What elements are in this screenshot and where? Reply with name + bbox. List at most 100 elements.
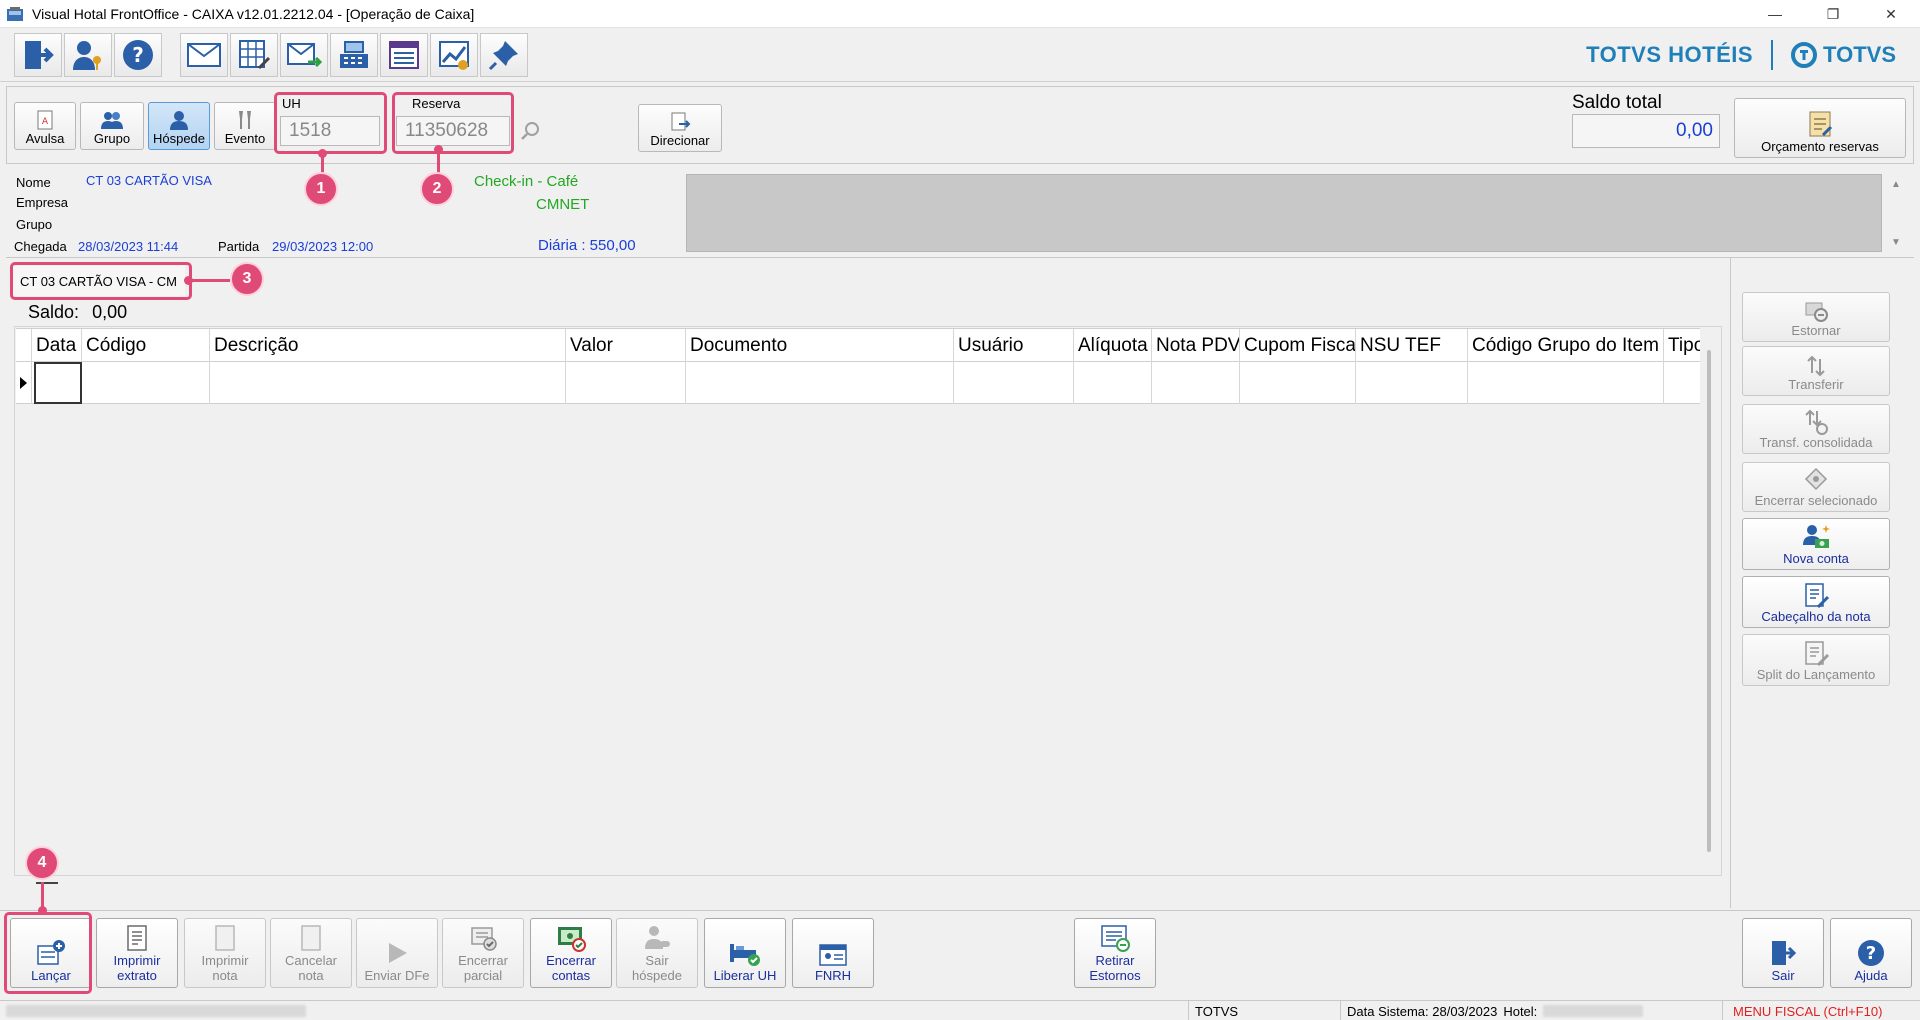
app-icon [7, 6, 23, 21]
retirar-estornos-button[interactable]: Retirar Estornos [1074, 918, 1156, 988]
pin-toolbar-button[interactable] [480, 32, 528, 77]
grid-cell[interactable] [1468, 362, 1664, 404]
encerrar-contas-button[interactable]: Encerrar contas [530, 918, 612, 988]
grid-cell[interactable] [566, 362, 686, 404]
grid-cell[interactable] [1356, 362, 1468, 404]
mode-avulsa-button[interactable]: A Avulsa [14, 102, 76, 150]
restore-button[interactable]: ❐ [1804, 0, 1862, 28]
report-icon [389, 40, 419, 69]
table-row[interactable] [16, 362, 1700, 404]
fnrh-card-icon [819, 944, 847, 966]
cancelar-nota-button[interactable]: Cancelar nota [270, 918, 352, 988]
column-header[interactable]: Documento [686, 329, 954, 363]
column-header[interactable]: Valor [566, 329, 686, 363]
column-header[interactable]: Descrição [210, 329, 566, 363]
estornar-button[interactable]: Estornar [1742, 292, 1890, 342]
grid-header-indicator [16, 329, 32, 363]
nova-conta-button[interactable]: Nova conta [1742, 518, 1890, 570]
grid-cell[interactable] [82, 362, 210, 404]
enviar-dfe-button[interactable]: Enviar DFe [356, 918, 438, 988]
help-toolbar-button[interactable]: ? [114, 32, 162, 77]
callout-badge-3: 3 [230, 262, 264, 296]
grid-cell[interactable] [1240, 362, 1356, 404]
direcionar-button[interactable]: Direcionar [638, 104, 722, 152]
mode-grupo-button[interactable]: Grupo [80, 102, 144, 150]
consolidated-transfer-icon [1805, 409, 1828, 435]
cash-register-toolbar-button[interactable] [330, 32, 378, 77]
transfer-icon [1807, 355, 1825, 377]
send-mail-toolbar-button[interactable] [280, 32, 328, 77]
saldo-total-label: Saldo total [1572, 92, 1662, 113]
column-header[interactable]: Código Grupo do Item [1468, 329, 1664, 363]
chart-toolbar-button[interactable] [430, 32, 478, 77]
bottom-button-label: Imprimir extrato [113, 953, 161, 983]
transferir-button[interactable]: Transferir [1742, 346, 1890, 396]
svg-text:?: ? [132, 43, 144, 67]
checkin-status: Check-in - Café [474, 173, 579, 190]
grid-vertical-scrollbar[interactable] [1707, 350, 1711, 852]
column-header[interactable]: Tipo [1664, 329, 1700, 363]
totvs-logo-icon [1791, 42, 1818, 68]
liberar-uh-button[interactable]: Liberar UH [704, 918, 786, 988]
minimize-button[interactable]: — [1746, 0, 1804, 28]
side-button-label: Nova conta [1783, 551, 1849, 566]
orcamento-reservas-button[interactable]: Orçamento reservas [1734, 98, 1906, 158]
grid-cell[interactable] [954, 362, 1074, 404]
imprimir-nota-button[interactable]: Imprimir nota [184, 918, 266, 988]
transf-consolidada-button[interactable]: Transf. consolidada [1742, 404, 1890, 454]
grupo-label: Grupo [16, 217, 53, 232]
column-header[interactable]: Cupom Fiscal [1240, 329, 1356, 363]
column-header[interactable]: NSU TEF [1356, 329, 1468, 363]
cancel-note-icon [301, 925, 321, 951]
column-header[interactable]: Usuário [954, 329, 1074, 363]
encerrar-parcial-button[interactable]: Encerrar parcial [442, 918, 524, 988]
mail-toolbar-button[interactable] [180, 32, 228, 77]
send-dfe-icon [389, 943, 407, 963]
close-button[interactable]: ✕ [1862, 0, 1920, 28]
column-header[interactable]: Código [82, 329, 210, 363]
menu-fiscal-link[interactable]: MENU FISCAL (Ctrl+F10) [1722, 1001, 1920, 1020]
sair-button[interactable]: Sair [1742, 918, 1824, 988]
mode-label: Hóspede [152, 131, 206, 146]
encerrar-selecionado-button[interactable]: Encerrar selecionado [1742, 462, 1890, 512]
bottom-button-label: Sair [1771, 968, 1795, 983]
exit-toolbar-button[interactable] [14, 32, 62, 77]
bottom-button-label: Sair hóspede [632, 953, 682, 983]
sair-hospede-button[interactable]: Sair hóspede [616, 918, 698, 988]
imprimir-extrato-button[interactable]: Imprimir extrato [96, 918, 178, 988]
fnrh-button[interactable]: FNRH [792, 918, 874, 988]
grid-edit-toolbar-button[interactable] [230, 32, 278, 77]
cabecalho-nota-button[interactable]: Cabeçalho da nota [1742, 576, 1890, 628]
notes-scroll-up[interactable]: ▲ [1886, 176, 1906, 192]
bottom-button-label: Cancelar nota [284, 953, 338, 983]
bottom-button-label: FNRH [814, 968, 852, 983]
grid-cell[interactable] [1152, 362, 1240, 404]
mode-hospede-button[interactable]: Hóspede [148, 102, 210, 150]
selected-cell[interactable] [34, 362, 82, 404]
ajuda-button[interactable]: ? Ajuda [1830, 918, 1912, 988]
bottom-button-label: Encerrar parcial [458, 953, 508, 983]
cmnet-status: CMNET [536, 196, 590, 213]
bottom-button-label: Imprimir nota [201, 953, 249, 983]
grid-cell[interactable] [686, 362, 954, 404]
grid-cell[interactable] [210, 362, 566, 404]
budget-icon [1809, 111, 1833, 137]
grid-edit-icon [239, 39, 271, 69]
report-toolbar-button[interactable] [380, 32, 428, 77]
column-header[interactable]: Data [32, 329, 82, 363]
mode-evento-button[interactable]: Evento [214, 102, 276, 150]
search-icon[interactable] [520, 120, 542, 142]
split-lancamento-button[interactable]: Split do Lançamento [1742, 634, 1890, 686]
column-header[interactable]: Nota PDV [1152, 329, 1240, 363]
grid-cell[interactable] [1074, 362, 1152, 404]
callout-underline-4 [36, 882, 58, 884]
user-key-toolbar-button[interactable] [64, 32, 112, 77]
partida-label: Partida [218, 239, 260, 254]
notes-scroll-down[interactable]: ▼ [1886, 234, 1906, 250]
side-button-label: Transf. consolidada [1759, 435, 1873, 450]
close-accounts-icon [558, 927, 586, 952]
close-selected-icon [1804, 467, 1828, 491]
column-header[interactable]: Alíquota [1074, 329, 1152, 363]
status-date-hotel: Data Sistema: 28/03/2023 Hotel: [1340, 1001, 1720, 1020]
new-account-icon [1803, 525, 1830, 548]
